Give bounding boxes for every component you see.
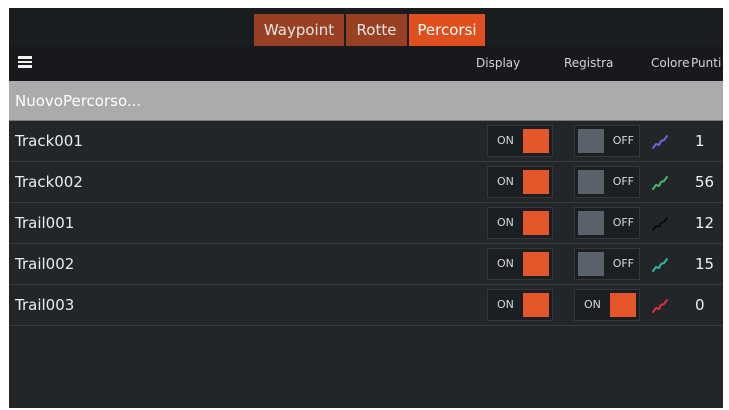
list-header: Display Registra Colore Punti bbox=[9, 46, 723, 81]
registra-toggle-state: OFF bbox=[612, 257, 634, 270]
display-toggle-state: ON bbox=[497, 134, 514, 147]
track-row[interactable]: Trail001 ON OFF 12 bbox=[9, 203, 723, 244]
track-name: Track002 bbox=[15, 173, 83, 191]
display-toggle[interactable]: ON bbox=[487, 166, 553, 198]
hamburger-menu-icon[interactable] bbox=[18, 56, 32, 68]
toggle-knob bbox=[523, 211, 549, 235]
screen: Waypoint Rotte Percorsi Display Registra… bbox=[9, 8, 723, 408]
toggle-knob bbox=[578, 129, 604, 153]
display-toggle[interactable]: ON bbox=[487, 289, 553, 321]
track-row[interactable]: Track001 ON OFF 1 bbox=[9, 121, 723, 162]
toggle-knob bbox=[523, 293, 549, 317]
display-toggle-state: ON bbox=[497, 216, 514, 229]
registra-toggle[interactable]: OFF bbox=[574, 166, 640, 198]
track-color-icon[interactable] bbox=[651, 215, 669, 233]
toggle-knob bbox=[523, 252, 549, 276]
toggle-knob bbox=[578, 211, 604, 235]
track-row[interactable]: Trail002 ON OFF 15 bbox=[9, 244, 723, 285]
display-toggle[interactable]: ON bbox=[487, 207, 553, 239]
registra-toggle[interactable]: OFF bbox=[574, 125, 640, 157]
display-toggle-state: ON bbox=[497, 175, 514, 188]
track-color-icon[interactable] bbox=[651, 256, 669, 274]
track-color-icon[interactable] bbox=[651, 297, 669, 315]
track-points: 15 bbox=[695, 255, 715, 273]
track-points: 0 bbox=[695, 296, 705, 314]
toggle-knob bbox=[523, 170, 549, 194]
display-toggle-state: ON bbox=[497, 257, 514, 270]
track-points: 1 bbox=[695, 132, 705, 150]
toggle-knob bbox=[578, 252, 604, 276]
tab-waypoint[interactable]: Waypoint bbox=[254, 14, 344, 46]
tab-rotte[interactable]: Rotte bbox=[346, 14, 407, 46]
toggle-knob bbox=[610, 293, 636, 317]
toggle-knob bbox=[523, 129, 549, 153]
track-row[interactable]: Trail003 ON ON 0 bbox=[9, 285, 723, 326]
display-toggle[interactable]: ON bbox=[487, 125, 553, 157]
track-row[interactable]: Track002 ON OFF 56 bbox=[9, 162, 723, 203]
display-toggle-state: ON bbox=[497, 298, 514, 311]
display-toggle[interactable]: ON bbox=[487, 248, 553, 280]
registra-toggle-state: OFF bbox=[612, 134, 634, 147]
track-name: Track001 bbox=[15, 132, 83, 150]
registra-toggle[interactable]: OFF bbox=[574, 248, 640, 280]
column-header-registra: Registra bbox=[564, 56, 614, 70]
track-color-icon[interactable] bbox=[651, 133, 669, 151]
tab-bar: Waypoint Rotte Percorsi bbox=[9, 8, 723, 46]
new-track-row[interactable]: NuovoPercorso... bbox=[9, 81, 723, 121]
column-header-punti: Punti bbox=[691, 56, 722, 70]
track-points: 56 bbox=[695, 173, 715, 191]
registra-toggle-state: ON bbox=[584, 298, 601, 311]
registra-toggle[interactable]: ON bbox=[574, 289, 640, 321]
track-name: Trail003 bbox=[15, 296, 75, 314]
column-header-display: Display bbox=[476, 56, 521, 70]
track-name: Trail001 bbox=[15, 214, 75, 232]
registra-toggle[interactable]: OFF bbox=[574, 207, 640, 239]
tab-percorsi[interactable]: Percorsi bbox=[409, 14, 485, 46]
column-header-colore: Colore bbox=[651, 56, 690, 70]
track-points: 12 bbox=[695, 214, 715, 232]
track-color-icon[interactable] bbox=[651, 174, 669, 192]
track-name: Trail002 bbox=[15, 255, 75, 273]
registra-toggle-state: OFF bbox=[612, 175, 634, 188]
registra-toggle-state: OFF bbox=[612, 216, 634, 229]
new-track-label: NuovoPercorso... bbox=[15, 92, 142, 110]
toggle-knob bbox=[578, 170, 604, 194]
